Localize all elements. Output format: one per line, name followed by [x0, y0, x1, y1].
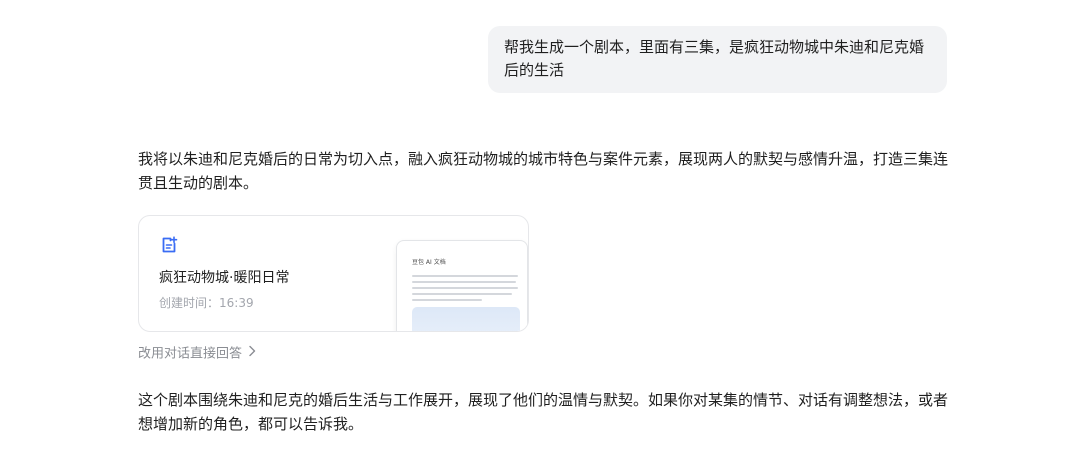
preview-text-line: [412, 287, 518, 289]
preview-image: [412, 307, 520, 331]
user-message-text: 帮我生成一个剧本，里面有三集，是疯狂动物城中朱迪和尼克婚后的生活: [504, 38, 925, 79]
user-message-bubble: 帮我生成一个剧本，里面有三集，是疯狂动物城中朱迪和尼克婚后的生活: [488, 26, 947, 93]
switch-link-label: 改用对话直接回答: [138, 346, 243, 362]
preview-text-line: [412, 299, 482, 301]
preview-text-line: [412, 275, 518, 277]
document-ai-icon: [160, 236, 178, 254]
preview-text-line: [412, 293, 512, 295]
document-preview-thumbnail: 豆包 AI 文档: [396, 240, 528, 331]
preview-title: 豆包 AI 文档: [412, 259, 446, 266]
document-created-time: 创建时间：16:39: [159, 296, 254, 310]
document-title: 疯狂动物城·暖阳日常: [159, 270, 290, 286]
assistant-reply-outro: 这个剧本围绕朱迪和尼克的婚后生活与工作展开，展现了他们的温情与默契。如果你对某集…: [138, 391, 949, 433]
document-card[interactable]: 疯狂动物城·暖阳日常 创建时间：16:39 豆包 AI 文档: [138, 215, 529, 332]
chevron-right-icon: [248, 344, 256, 364]
assistant-reply-intro: 我将以朱迪和尼克婚后的日常为切入点，融入疯狂动物城的城市特色与案件元素，展现两人…: [138, 150, 949, 192]
preview-text-line: [412, 281, 516, 283]
switch-to-chat-link[interactable]: 改用对话直接回答: [138, 344, 256, 365]
